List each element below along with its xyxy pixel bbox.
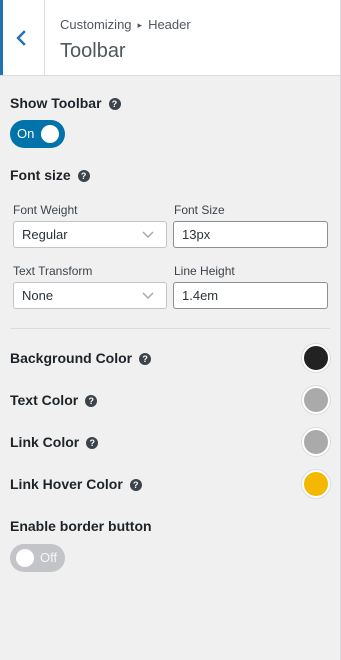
background-color-swatch[interactable] xyxy=(302,344,330,372)
border-button-toggle[interactable]: Off xyxy=(10,544,65,572)
customizer-panel: Customizing ▸ Header Toolbar Show Toolbar?… xyxy=(0,0,341,660)
text-color-help-icon[interactable]: ? xyxy=(85,395,98,407)
chevron-down-icon xyxy=(142,231,154,239)
link-hover-color-swatch[interactable] xyxy=(302,470,330,498)
font-size-section-label: Font size? xyxy=(10,167,90,183)
font-weight-value: Regular xyxy=(22,227,68,242)
panel-header: Customizing ▸ Header Toolbar xyxy=(0,0,340,76)
text-transform-value: None xyxy=(22,288,54,303)
chevron-left-icon xyxy=(16,30,26,46)
link-color-swatch[interactable] xyxy=(302,428,330,456)
show-toolbar-label-text: Show Toolbar xyxy=(10,95,102,111)
link-hover-color-help-icon[interactable]: ? xyxy=(129,479,142,491)
breadcrumb-separator-icon: ▸ xyxy=(137,20,143,30)
toggle-knob xyxy=(41,125,59,143)
breadcrumb-section: Header xyxy=(148,17,191,32)
back-button[interactable] xyxy=(0,0,45,75)
font-weight-select[interactable]: Regular xyxy=(13,221,167,248)
font-size-input[interactable]: 13px xyxy=(173,221,328,248)
show-toolbar-label: Show Toolbar? xyxy=(10,95,121,111)
breadcrumb: Customizing ▸ Header xyxy=(60,17,191,32)
font-size-section-text: Font size xyxy=(10,167,71,183)
border-button-label: Enable border button xyxy=(10,518,152,534)
text-transform-select[interactable]: None xyxy=(13,282,167,309)
page-title: Toolbar xyxy=(60,40,126,62)
text-color-swatch[interactable] xyxy=(302,386,330,414)
chevron-down-icon xyxy=(142,292,154,300)
font-size-help-icon[interactable]: ? xyxy=(77,170,90,182)
show-toolbar-toggle[interactable]: On xyxy=(10,120,65,148)
line-height-label: Line Height xyxy=(174,264,235,278)
background-color-help-icon[interactable]: ? xyxy=(139,353,152,365)
toggle-knob xyxy=(16,549,34,567)
text-color-label: Text Color? xyxy=(10,392,98,408)
background-color-label: Background Color? xyxy=(10,350,152,366)
text-color-label-text: Text Color xyxy=(10,392,79,408)
line-height-input[interactable]: 1.4em xyxy=(173,282,328,309)
link-color-label: Link Color? xyxy=(10,434,99,450)
background-color-label-text: Background Color xyxy=(10,350,133,366)
show-toolbar-help-icon[interactable]: ? xyxy=(108,98,121,110)
text-transform-label: Text Transform xyxy=(13,264,93,278)
show-toolbar-toggle-text: On xyxy=(17,126,35,141)
link-hover-color-label-text: Link Hover Color xyxy=(10,476,123,492)
section-divider xyxy=(10,328,330,329)
breadcrumb-root: Customizing xyxy=(60,17,132,32)
border-button-toggle-text: Off xyxy=(40,550,58,565)
font-weight-label: Font Weight xyxy=(13,203,78,217)
font-size-label: Font Size xyxy=(174,203,225,217)
link-hover-color-label: Link Hover Color? xyxy=(10,476,142,492)
link-color-label-text: Link Color xyxy=(10,434,80,450)
link-color-help-icon[interactable]: ? xyxy=(86,437,99,449)
